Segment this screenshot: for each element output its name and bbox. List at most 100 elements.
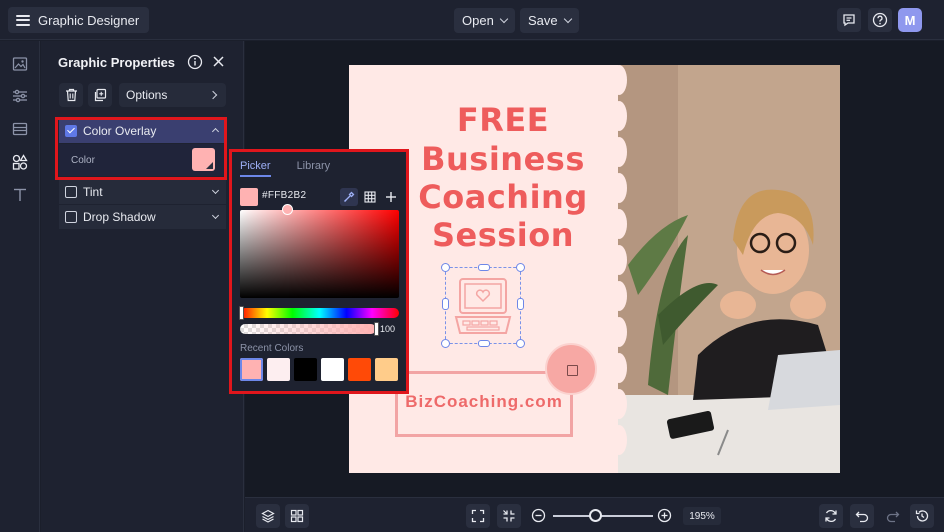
swap-button[interactable]: [819, 504, 843, 528]
tint-checkbox[interactable]: [65, 186, 77, 198]
headline-line-1[interactable]: FREE: [403, 101, 603, 139]
open-dropdown[interactable]: Open: [454, 8, 515, 33]
hue-handle[interactable]: [239, 306, 244, 320]
bottom-toolbar: 195%: [245, 497, 944, 532]
woman-photo: [618, 65, 840, 473]
redo-button[interactable]: [881, 504, 905, 528]
open-label: Open: [462, 13, 494, 28]
trash-icon: [65, 88, 77, 102]
delete-button[interactable]: [59, 83, 83, 107]
headline-line-2[interactable]: Business: [403, 140, 603, 178]
shrink-button[interactable]: [497, 504, 521, 528]
undo-icon: [855, 511, 869, 523]
chevron-down-icon: [563, 14, 572, 24]
duplicate-button[interactable]: [88, 83, 112, 107]
eyedropper-icon: [343, 191, 355, 203]
zoom-handle[interactable]: [589, 509, 602, 522]
eyedropper-button[interactable]: [340, 188, 358, 206]
swap-icon: [825, 509, 837, 523]
palette-grid-button[interactable]: [361, 188, 379, 206]
resize-handle[interactable]: [517, 298, 524, 310]
options-label: Options: [126, 88, 168, 102]
options-dropdown[interactable]: Options: [119, 83, 226, 107]
zoom-in-icon[interactable]: [657, 508, 672, 528]
section-label: Tint: [83, 185, 103, 199]
resize-handle[interactable]: [478, 340, 490, 347]
laptop-graphic[interactable]: [453, 275, 513, 337]
resize-handle[interactable]: [516, 339, 525, 348]
opacity-value[interactable]: 100: [380, 324, 395, 334]
close-icon[interactable]: [212, 55, 225, 73]
scallop-edge: [611, 245, 627, 275]
recent-colors: [240, 358, 398, 381]
fit-screen-button[interactable]: [466, 504, 490, 528]
scallop-edge: [611, 389, 627, 419]
top-bar: Graphic Designer Open Save M: [0, 0, 944, 40]
app-menu-button[interactable]: Graphic Designer: [8, 7, 150, 33]
grid-icon: [290, 509, 304, 523]
history-button[interactable]: [910, 504, 934, 528]
section-tint[interactable]: Tint: [59, 180, 226, 204]
resize-handle[interactable]: [441, 263, 450, 272]
grid-icon: [364, 191, 376, 203]
headline-line-4[interactable]: Session: [403, 216, 603, 254]
recent-color-swatch[interactable]: [240, 358, 263, 381]
saturation-value-area[interactable]: [240, 204, 399, 298]
feedback-icon: [843, 14, 855, 27]
hex-input[interactable]: #FFB2B2: [262, 190, 306, 201]
scallop-edge: [611, 281, 627, 311]
save-label: Save: [528, 13, 558, 28]
design-canvas[interactable]: FREE Business Coaching Session BizCoachi…: [349, 65, 840, 473]
drop-shadow-checkbox[interactable]: [65, 211, 77, 223]
headline-line-3[interactable]: Coaching: [403, 178, 603, 216]
add-color-button[interactable]: [382, 188, 400, 206]
recent-color-swatch[interactable]: [267, 358, 290, 381]
zoom-level[interactable]: 195%: [683, 507, 721, 525]
layers-button[interactable]: [256, 504, 280, 528]
recent-color-swatch[interactable]: [294, 358, 317, 381]
grid-button[interactable]: [285, 504, 309, 528]
menu-icon: [16, 14, 30, 26]
scallop-edge: [611, 101, 627, 131]
resize-handle[interactable]: [442, 298, 449, 310]
graphics-icon[interactable]: [11, 153, 29, 171]
scallop-edge: [611, 137, 627, 167]
resize-handle[interactable]: [478, 264, 490, 271]
transform-button[interactable]: [545, 343, 597, 395]
duplicate-icon: [94, 88, 107, 102]
info-icon[interactable]: [187, 54, 203, 75]
image-icon[interactable]: [11, 55, 29, 73]
scallop-edge: [611, 209, 627, 239]
hue-slider[interactable]: [239, 306, 399, 320]
recent-color-swatch[interactable]: [348, 358, 371, 381]
app-title: Graphic Designer: [38, 12, 140, 28]
photo-image[interactable]: [618, 65, 840, 473]
help-button[interactable]: [868, 8, 892, 32]
color-picker-popover: Picker Library #FFB2B2 100 Recent Colors: [229, 149, 409, 394]
recent-color-swatch[interactable]: [375, 358, 398, 381]
fit-screen-icon: [471, 509, 485, 523]
undo-button[interactable]: [850, 504, 874, 528]
opacity-slider[interactable]: [240, 322, 379, 336]
brand-box[interactable]: BizCoaching.com: [395, 371, 573, 437]
history-icon: [915, 510, 929, 522]
resize-handle[interactable]: [516, 263, 525, 272]
save-dropdown[interactable]: Save: [520, 8, 579, 33]
color-handle[interactable]: [282, 204, 293, 215]
opacity-handle[interactable]: [374, 322, 379, 336]
recent-color-swatch[interactable]: [321, 358, 344, 381]
resize-handle[interactable]: [441, 339, 450, 348]
tab-picker[interactable]: Picker: [240, 160, 271, 177]
chevron-down-icon: [211, 186, 220, 195]
plus-icon: [386, 192, 396, 202]
zoom-slider[interactable]: [553, 515, 653, 517]
zoom-out-icon[interactable]: [531, 508, 546, 528]
text-icon[interactable]: [11, 186, 29, 204]
layers-icon[interactable]: [11, 120, 29, 138]
feedback-button[interactable]: [837, 8, 861, 32]
tab-library[interactable]: Library: [297, 160, 331, 177]
avatar[interactable]: M: [898, 8, 922, 32]
current-color-swatch: [240, 188, 258, 206]
adjustments-icon[interactable]: [11, 87, 29, 105]
section-drop-shadow[interactable]: Drop Shadow: [59, 205, 226, 229]
